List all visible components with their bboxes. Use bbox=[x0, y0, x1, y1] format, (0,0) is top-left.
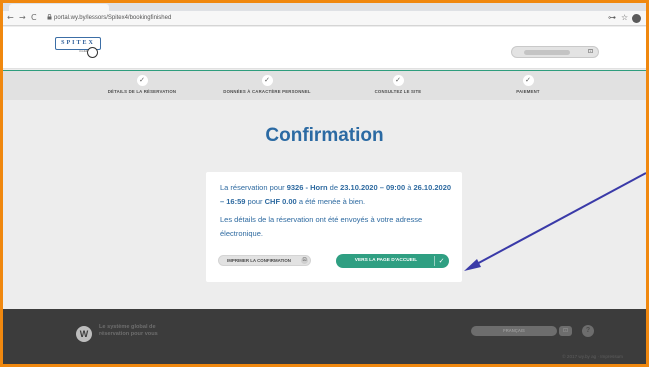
print-icon: ⊡ bbox=[301, 257, 308, 264]
check-icon: ✓ bbox=[522, 75, 534, 86]
check-icon: ✓ bbox=[136, 75, 148, 86]
browser-toolbar: ← → C portal.wy.by/lessors/Spitex4/booki… bbox=[3, 11, 646, 26]
check-icon: ✓ bbox=[392, 75, 404, 86]
help-icon[interactable]: ? bbox=[582, 325, 594, 337]
step-consult-site[interactable]: ✓ CONSULTEZ LE SITE bbox=[338, 75, 458, 95]
print-confirmation-button[interactable]: IMPRIMER LA CONFIRMATION ⊡ bbox=[218, 255, 311, 266]
confirmation-message: La réservation pour 9326 - Horn de 23.10… bbox=[220, 183, 452, 206]
forward-icon[interactable]: → bbox=[19, 13, 26, 23]
user-account-button[interactable]: ⊡ bbox=[511, 46, 599, 58]
browser-tab[interactable] bbox=[9, 4, 109, 11]
site-footer: W Le système global de réservation pour … bbox=[3, 309, 646, 364]
copyright-text[interactable]: © 2017 wy.by ag · Impressum bbox=[443, 354, 623, 360]
language-toggle-icon[interactable]: ⊡ bbox=[559, 326, 572, 336]
check-icon: ✓ bbox=[261, 75, 273, 86]
step-label: PAIEMENT bbox=[516, 89, 540, 94]
lock-icon bbox=[47, 14, 52, 23]
start-datetime: 23.10.2020 – 09:00 bbox=[340, 183, 406, 192]
price: CHF 0.00 bbox=[264, 197, 297, 206]
step-label: DÉTAILS DE LA RÉSERVATION bbox=[107, 89, 177, 94]
language-label: FRANÇAIS bbox=[503, 328, 525, 333]
back-icon[interactable]: ← bbox=[7, 13, 14, 23]
screenshot-frame: ← → C portal.wy.by/lessors/Spitex4/booki… bbox=[3, 3, 646, 364]
step-payment[interactable]: ✓ PAIEMENT bbox=[468, 75, 588, 95]
key-icon[interactable]: ⊶ bbox=[608, 13, 616, 23]
print-button-label: IMPRIMER LA CONFIRMATION bbox=[227, 258, 291, 263]
wyby-logo[interactable]: W bbox=[76, 326, 92, 342]
bookmark-star-icon[interactable]: ☆ bbox=[621, 13, 628, 23]
address-bar[interactable]: portal.wy.by/lessors/Spitex4/bookingfini… bbox=[54, 14, 171, 23]
step-booking-details[interactable]: ✓ DÉTAILS DE LA RÉSERVATION bbox=[82, 75, 202, 95]
footer-slogan: Le système global de réservation pour vo… bbox=[99, 324, 158, 337]
email-notice: Les détails de la réservation ont été en… bbox=[220, 215, 423, 238]
blurred-username bbox=[524, 50, 570, 55]
step-label: CONSULTEZ LE SITE bbox=[374, 89, 422, 94]
logo-wheel bbox=[87, 47, 98, 58]
reload-icon[interactable]: C bbox=[31, 13, 37, 23]
language-selector[interactable]: FRANÇAIS bbox=[471, 326, 557, 336]
site-header: SPITEX mobil ⊡ bbox=[3, 27, 646, 69]
go-to-homepage-button[interactable]: VERS LA PAGE D'ACCUEIL ✓ bbox=[336, 254, 449, 268]
logo-text: SPITEX bbox=[61, 40, 95, 46]
home-button-label: VERS LA PAGE D'ACCUEIL bbox=[354, 258, 418, 263]
check-icon: ✓ bbox=[438, 257, 445, 265]
booking-steps: ✓ DÉTAILS DE LA RÉSERVATION ✓ DONNÉES À … bbox=[3, 70, 646, 100]
login-icon: ⊡ bbox=[587, 48, 594, 55]
step-label: DONNÉES À CARACTÈRE PERSONNEL bbox=[223, 89, 311, 94]
step-personal-data[interactable]: ✓ DONNÉES À CARACTÈRE PERSONNEL bbox=[207, 75, 327, 95]
page-title: Confirmation bbox=[265, 125, 384, 146]
browser-tabstrip bbox=[3, 3, 646, 11]
profile-icon[interactable] bbox=[632, 14, 641, 23]
spitex-logo[interactable]: SPITEX mobil bbox=[55, 35, 103, 59]
confirmation-card: La réservation pour 9326 - Horn de 23.10… bbox=[206, 172, 462, 282]
button-divider bbox=[434, 256, 435, 266]
booked-item: 9326 - Horn bbox=[286, 183, 328, 192]
